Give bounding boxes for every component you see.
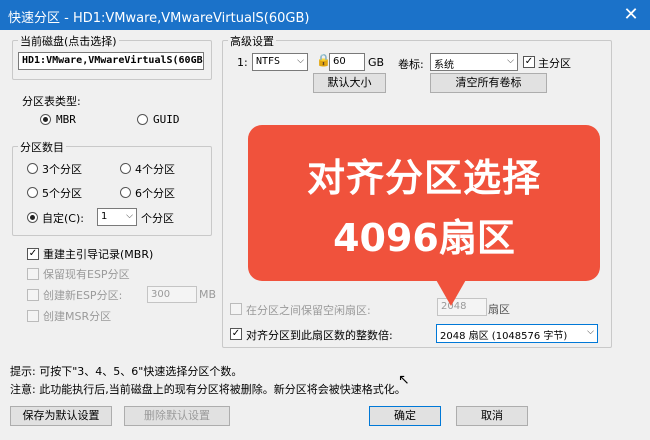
cursor-icon: ↖ [398, 372, 410, 388]
volume-label-text: 卷标: [398, 58, 424, 71]
callout-tail [435, 278, 467, 306]
chevron-down-icon: ⌵ [587, 327, 594, 337]
keep-free-checkbox[interactable] [230, 303, 242, 315]
chevron-down-icon: ⌵ [507, 56, 514, 66]
primary-partition-checkbox[interactable]: ✓ [523, 56, 535, 68]
radio-3-label: 3个分区 [42, 163, 82, 176]
callout-line2: 4096扇区 [333, 216, 515, 260]
align-select[interactable]: 2048 扇区 (1048576 字节) ⌵ [436, 324, 598, 343]
primary-partition-label: 主分区 [538, 57, 571, 70]
radio-6-partitions[interactable] [120, 187, 131, 198]
callout-line1: 对齐分区选择 [306, 156, 541, 200]
keep-esp-label: 保留现有ESP分区 [43, 268, 130, 281]
custom-count-value: 1 [101, 211, 108, 222]
custom-count-select[interactable]: 1 ⌵ [97, 208, 137, 226]
default-size-button[interactable]: 默认大小 [313, 73, 386, 93]
window-title: 快速分区 - HD1:VMware,VMwareVirtualS(60GB) [8, 11, 310, 26]
disk-selector[interactable]: HD1:VMware,VMwareVirtualS(60GB) [18, 52, 204, 70]
rebuild-mbr-checkbox[interactable]: ✓ [27, 248, 39, 260]
volume-label-value: 系统 [434, 60, 454, 71]
delete-default-button[interactable]: 删除默认设置 [124, 406, 230, 426]
radio-custom[interactable] [27, 212, 38, 223]
ok-button[interactable]: 确定 [369, 406, 441, 426]
partition-count-label: 分区数目 [18, 139, 66, 155]
radio-guid[interactable] [137, 114, 148, 125]
radio-4-partitions[interactable] [120, 163, 131, 174]
keep-free-label: 在分区之间保留空闲扇区: [246, 304, 371, 317]
annotation-callout: 对齐分区选择 4096扇区 [248, 125, 600, 281]
create-esp-checkbox[interactable] [27, 289, 39, 301]
title-bar: 快速分区 - HD1:VMware,VMwareVirtualS(60GB) ✕ [0, 0, 650, 30]
advanced-group-label: 高级设置 [228, 33, 276, 49]
create-esp-label: 创建新ESP分区: [43, 289, 123, 302]
filesystem-value: NTFS [256, 56, 281, 67]
custom-count-suffix: 个分区 [141, 212, 174, 225]
radio-4-label: 4个分区 [135, 163, 175, 176]
close-icon[interactable]: ✕ [620, 4, 642, 26]
align-value: 2048 扇区 (1048576 字节) [440, 331, 568, 342]
partition-type-label: 分区表类型: [22, 95, 81, 108]
radio-guid-label: GUID [153, 113, 180, 126]
radio-5-partitions[interactable] [27, 187, 38, 198]
size-field[interactable]: 60 [329, 53, 365, 71]
chevron-down-icon: ⌵ [126, 211, 133, 221]
radio-mbr-label: MBR [56, 113, 76, 126]
hint-tip: 提示: 可按下"3、4、5、6"快速选择分区个数。 [10, 365, 243, 378]
keep-esp-checkbox[interactable] [27, 268, 39, 280]
radio-custom-label: 自定(C): [42, 212, 84, 225]
esp-size-field[interactable]: 300 [147, 286, 197, 303]
radio-3-partitions[interactable] [27, 163, 38, 174]
radio-5-label: 5个分区 [42, 187, 82, 200]
align-label: 对齐分区到此扇区数的整数倍: [246, 329, 393, 342]
cancel-button[interactable]: 取消 [456, 406, 528, 426]
disk-group-label: 当前磁盘(点击选择) [18, 33, 119, 49]
esp-size-unit: MB [199, 288, 217, 301]
rebuild-mbr-label: 重建主引导记录(MBR) [43, 248, 154, 261]
hint-note: 注意: 此功能执行后,当前磁盘上的现有分区将被删除。新分区将会被快速格式化。 [10, 383, 406, 396]
align-checkbox[interactable]: ✓ [230, 328, 242, 340]
chevron-down-icon: ⌵ [297, 56, 304, 66]
size-unit: GB [368, 56, 385, 69]
keep-free-unit: 扇区 [488, 303, 510, 316]
save-default-button[interactable]: 保存为默认设置 [10, 406, 112, 426]
partition-index: 1: [237, 56, 248, 69]
create-msr-checkbox[interactable] [27, 310, 39, 322]
filesystem-select[interactable]: NTFS ⌵ [252, 53, 308, 71]
create-msr-label: 创建MSR分区 [43, 310, 112, 323]
radio-mbr[interactable] [40, 114, 51, 125]
clear-labels-button[interactable]: 清空所有卷标 [430, 73, 547, 93]
radio-6-label: 6个分区 [135, 187, 175, 200]
volume-label-select[interactable]: 系统 ⌵ [430, 53, 518, 71]
